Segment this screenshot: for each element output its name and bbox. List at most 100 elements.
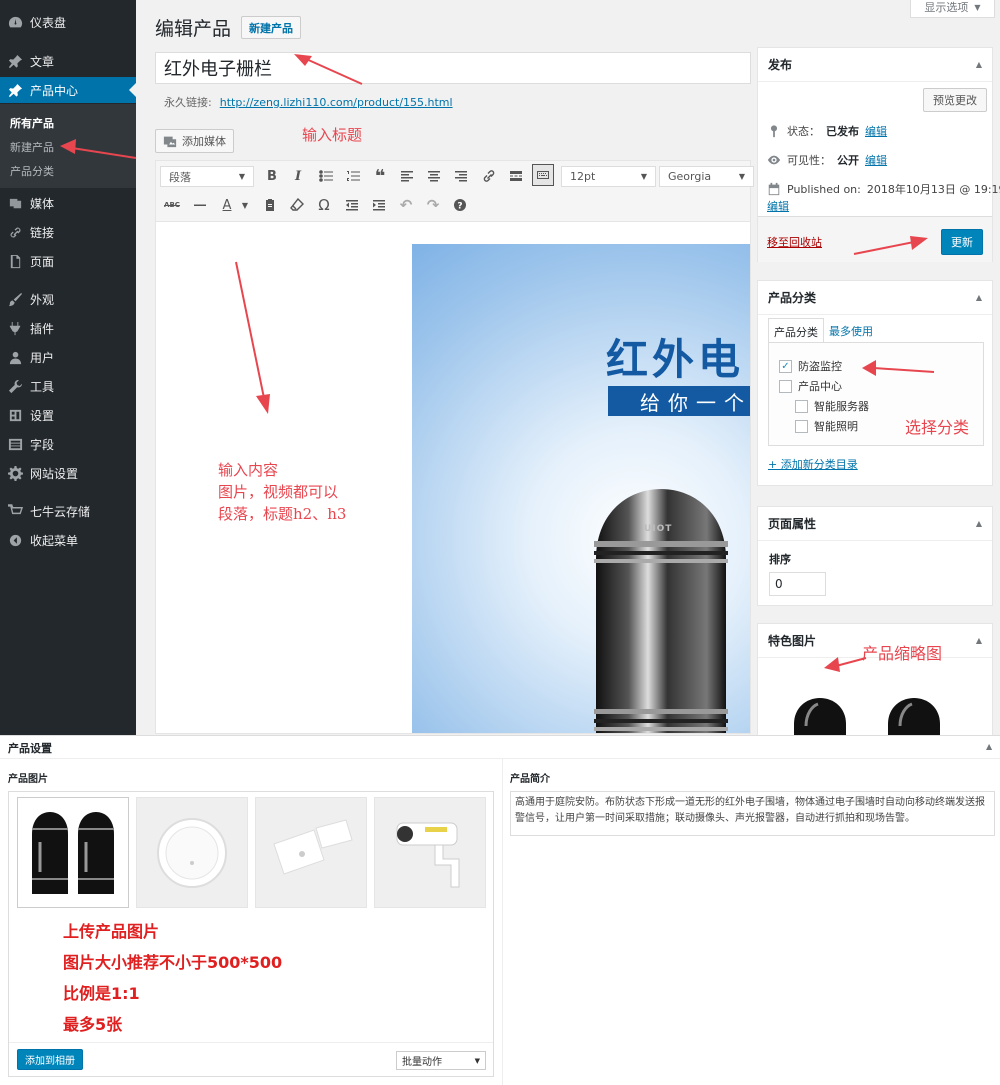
add-media-button[interactable]: 添加媒体: [155, 129, 234, 153]
page-attributes-header[interactable]: 页面属性 ▲: [758, 507, 992, 541]
menu-item-qiniu-storage[interactable]: 七牛云存储: [0, 498, 136, 524]
format-select[interactable]: 段落: [160, 166, 254, 187]
font-family-select[interactable]: Georgia: [659, 166, 754, 187]
bulk-action-value: 批量动作: [402, 1057, 442, 1068]
published-label: Published on:: [787, 182, 861, 196]
align-right-button[interactable]: [450, 165, 472, 187]
gallery-image[interactable]: [374, 797, 486, 908]
tab-all-categories[interactable]: 产品分类: [768, 318, 824, 345]
toggle-up-icon[interactable]: ▲: [986, 742, 992, 751]
blockquote-button[interactable]: ❝: [369, 165, 391, 187]
submenu-new-product[interactable]: 新建产品: [10, 139, 54, 155]
horizontal-line-button[interactable]: [189, 194, 211, 216]
toggle-up-icon[interactable]: ▲: [976, 636, 982, 645]
toggle-up-icon[interactable]: ▲: [976, 293, 982, 302]
menu-item-appearance[interactable]: 外观: [0, 286, 136, 312]
detector-logo: UIOT: [644, 524, 673, 534]
menu-item-products[interactable]: 产品中心: [0, 77, 136, 103]
product-intro-textarea[interactable]: 高通用于庭院安防。布防状态下形成一道无形的红外电子围墙，物体通过电子围墙时自动向…: [510, 791, 995, 836]
menu-item-links[interactable]: 链接: [0, 219, 136, 245]
move-to-trash-link[interactable]: 移至回收站: [767, 234, 822, 250]
menu-item-fields[interactable]: 字段: [0, 431, 136, 457]
gallery-image[interactable]: [255, 797, 367, 908]
bullet-list-button[interactable]: [315, 165, 337, 187]
insert-link-button[interactable]: [478, 165, 500, 187]
category-item[interactable]: 产品中心: [779, 378, 842, 394]
menu-item-pages[interactable]: 页面: [0, 248, 136, 274]
banner-title: 红外电: [606, 335, 745, 384]
toolbar-toggle-button[interactable]: [532, 164, 554, 186]
menu-item-settings[interactable]: 设置: [0, 402, 136, 428]
screen-options-button[interactable]: 显示选项 ▼: [910, 0, 995, 18]
update-button[interactable]: 更新: [941, 229, 983, 255]
gallery-image[interactable]: [17, 797, 129, 908]
category-item[interactable]: ✓ 防盗监控: [779, 358, 842, 374]
numbered-list-button[interactable]: [342, 165, 364, 187]
menu-item-collapse[interactable]: 收起菜单: [0, 527, 136, 553]
strikethrough-button[interactable]: ABC: [161, 194, 183, 216]
special-character-button[interactable]: Ω: [313, 194, 335, 216]
toggle-up-icon[interactable]: ▲: [976, 60, 982, 69]
page-attributes-box: 页面属性 ▲ 排序 0: [757, 506, 993, 606]
category-item[interactable]: 智能照明: [795, 418, 858, 434]
bulk-action-select[interactable]: 批量动作: [396, 1051, 486, 1070]
product-settings-box: 产品设置 ▲ 产品图片 产品简介 上传产品图片 图片大小推荐不小于500*500…: [0, 735, 1000, 1085]
menu-item-site-settings[interactable]: 网站设置: [0, 460, 136, 486]
category-item[interactable]: 智能服务器: [795, 398, 869, 414]
clear-formatting-button[interactable]: [286, 194, 308, 216]
toggle-up-icon[interactable]: ▲: [976, 519, 982, 528]
preview-changes-button[interactable]: 预览更改: [923, 88, 987, 112]
post-title-input[interactable]: 红外电子栅栏: [155, 52, 751, 84]
menu-item-users[interactable]: 用户: [0, 344, 136, 370]
font-family-value: Georgia: [668, 170, 712, 183]
paste-text-button[interactable]: [259, 194, 281, 216]
post-visibility: 可见性： 公开 编辑: [767, 152, 887, 168]
italic-button[interactable]: I: [287, 165, 309, 187]
redo-button[interactable]: ↷: [422, 194, 444, 216]
menu-item-posts[interactable]: 文章: [0, 48, 136, 74]
round-sensor-image: [157, 817, 227, 888]
menu-item-dashboard[interactable]: 仪表盘: [0, 9, 136, 35]
help-icon[interactable]: ?: [449, 194, 471, 216]
read-more-button[interactable]: [505, 165, 527, 187]
bold-button[interactable]: B: [261, 165, 283, 187]
add-to-gallery-button[interactable]: 添加到相册: [17, 1049, 83, 1070]
menu-item-plugins[interactable]: 插件: [0, 315, 136, 341]
dashboard-icon: [0, 15, 30, 30]
submenu-product-categories[interactable]: 产品分类: [10, 163, 54, 179]
status-label: 状态：: [787, 125, 820, 138]
add-new-category-link[interactable]: + 添加新分类目录: [768, 456, 858, 472]
publish-box-header[interactable]: 发布 ▲: [758, 48, 992, 82]
checkbox[interactable]: [779, 379, 792, 393]
category-box-header[interactable]: 产品分类 ▲: [758, 281, 992, 315]
align-left-button[interactable]: [396, 165, 418, 187]
add-new-product-button[interactable]: 新建产品: [241, 16, 301, 39]
collapse-icon: [0, 533, 30, 548]
featured-image-thumbnail[interactable]: [788, 696, 964, 736]
tab-most-used[interactable]: 最多使用: [824, 318, 878, 345]
checkbox-checked[interactable]: ✓: [779, 359, 792, 373]
align-center-button[interactable]: [423, 165, 445, 187]
undo-button[interactable]: ↶: [395, 194, 417, 216]
indent-button[interactable]: [368, 194, 390, 216]
menu-item-media[interactable]: 媒体: [0, 190, 136, 216]
permalink: 永久链接: http://zeng.lizhi110.com/product/15…: [164, 94, 453, 110]
gallery-image[interactable]: [136, 797, 248, 908]
category-label: 智能服务器: [814, 400, 869, 413]
order-input[interactable]: 0: [769, 572, 826, 596]
edit-status-link[interactable]: 编辑: [865, 123, 887, 139]
submenu-all-products[interactable]: 所有产品: [10, 115, 54, 131]
checkbox[interactable]: [795, 399, 808, 413]
outdent-button[interactable]: [341, 194, 363, 216]
permalink-url[interactable]: http://zeng.lizhi110.com/product/155.htm…: [220, 96, 453, 109]
checkbox[interactable]: [795, 419, 808, 433]
menu-label: 页面: [30, 254, 55, 269]
edit-date-link[interactable]: 编辑: [767, 198, 789, 214]
font-size-select[interactable]: 12pt: [561, 166, 656, 187]
menu-item-tools[interactable]: 工具: [0, 373, 136, 399]
text-color-dropdown-icon[interactable]: ▼: [234, 194, 256, 216]
format-select-value: 段落: [169, 170, 191, 184]
menu-label: 收起菜单: [30, 533, 79, 548]
link-icon: [0, 225, 30, 240]
edit-visibility-link[interactable]: 编辑: [865, 152, 887, 168]
